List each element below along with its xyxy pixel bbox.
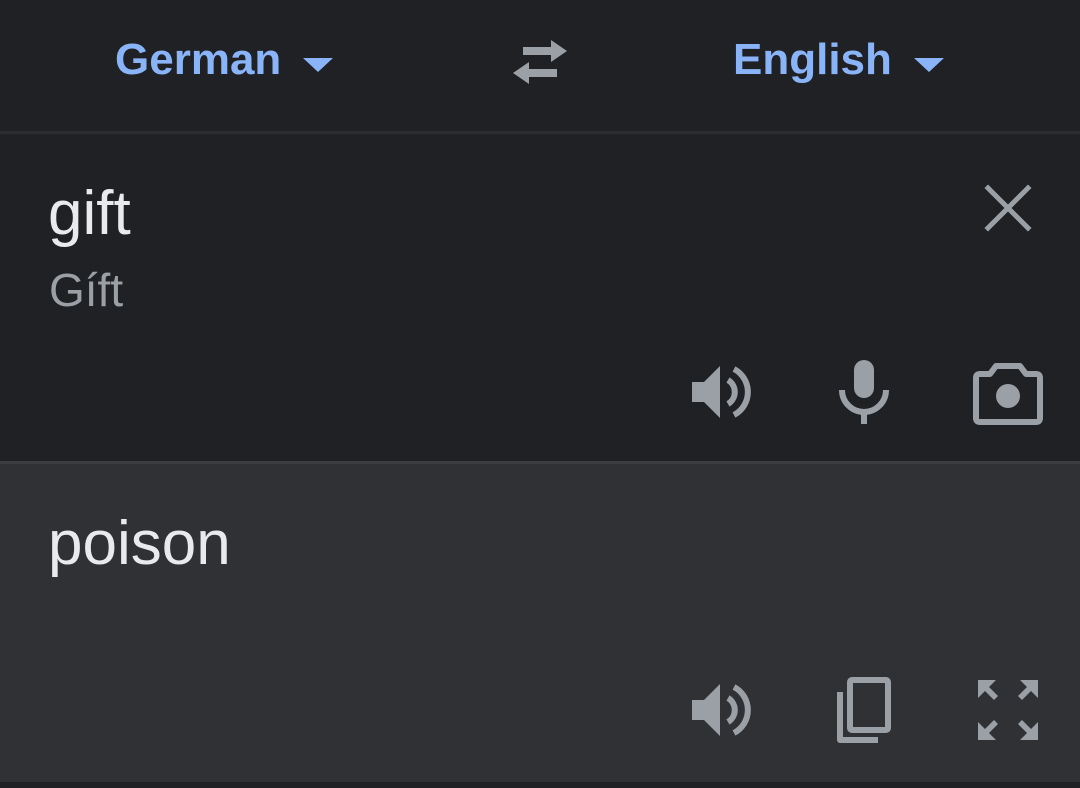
source-input-panel[interactable]: gift Gíft (0, 134, 1080, 461)
fullscreen-button[interactable] (972, 674, 1044, 746)
target-language-label: English (733, 35, 892, 84)
clear-input-button[interactable] (978, 178, 1038, 238)
translated-text: poison (48, 509, 231, 578)
voice-input-button[interactable] (828, 356, 900, 428)
close-icon (984, 184, 1032, 232)
speaker-icon (692, 684, 751, 736)
copy-translation-button[interactable] (826, 674, 898, 746)
copy-icon (837, 677, 891, 743)
translation-output-panel: poison (0, 464, 1080, 782)
source-language-selector[interactable]: German (115, 32, 334, 88)
language-bar: German English (0, 0, 1080, 131)
listen-source-button[interactable] (684, 356, 756, 428)
speaker-icon (692, 366, 751, 418)
bottom-edge (0, 782, 1080, 788)
chevron-down-icon (303, 58, 334, 72)
target-language-selector[interactable]: English (733, 32, 944, 88)
listen-translation-button[interactable] (684, 674, 756, 746)
fullscreen-icon (978, 680, 1038, 740)
mic-icon (839, 360, 889, 424)
camera-translate-button[interactable] (972, 356, 1044, 428)
source-language-label: German (115, 35, 282, 84)
swap-languages-button[interactable] (505, 34, 575, 90)
source-transliteration: Gíft (49, 264, 124, 316)
swap-horiz-icon (513, 40, 567, 84)
source-text-input[interactable]: gift (48, 174, 131, 254)
chevron-down-icon (913, 58, 944, 72)
camera-icon (973, 363, 1043, 425)
translate-app: German English gift Gíft poison (0, 0, 1080, 788)
